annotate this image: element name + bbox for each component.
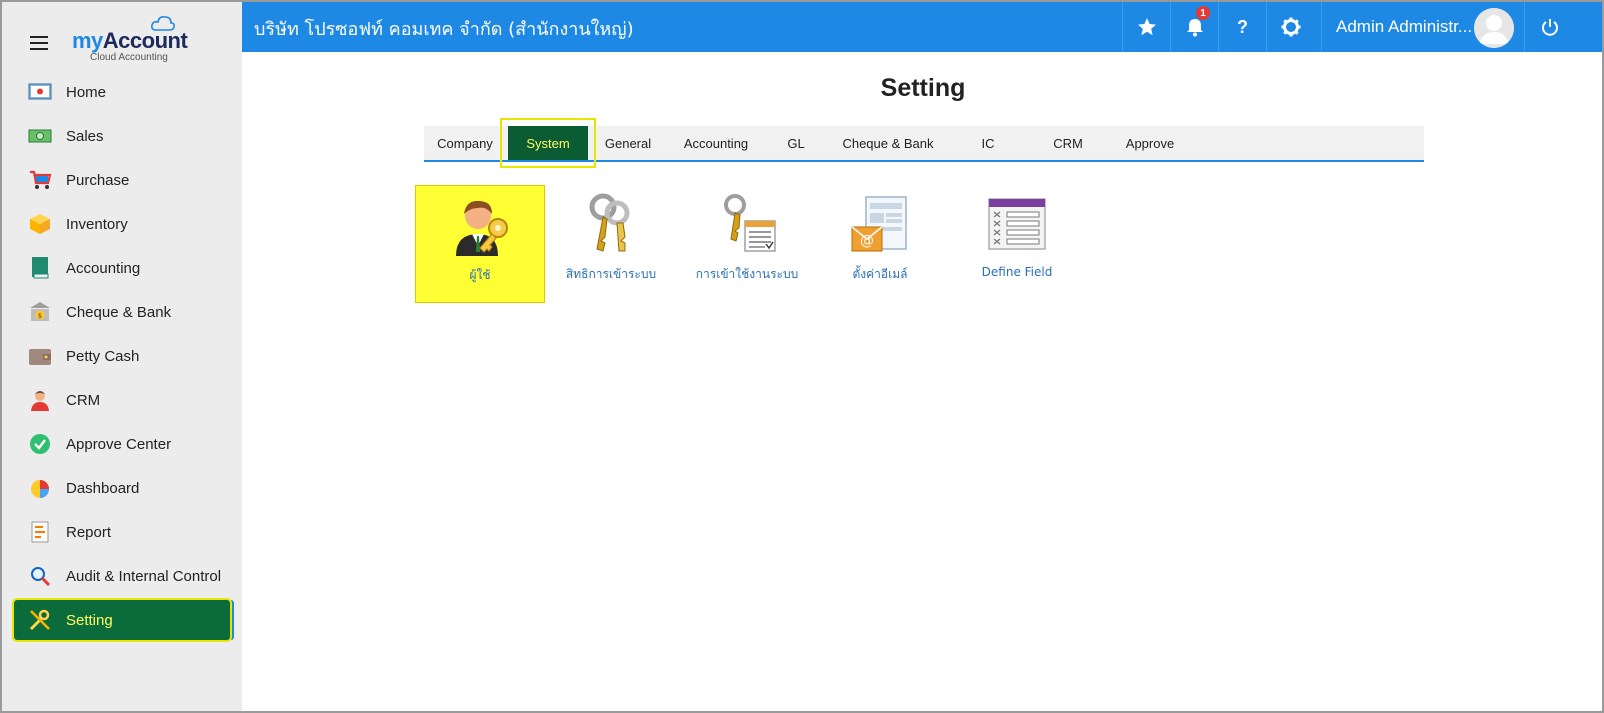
report-icon: [28, 520, 52, 544]
tab-company[interactable]: Company: [428, 126, 502, 160]
power-icon: [1541, 19, 1558, 36]
sidebar-nav: Home Sales Purchase Inventory Accounting…: [2, 70, 242, 642]
sidebar-item-label: Cheque & Bank: [66, 303, 172, 321]
company-name[interactable]: บริษัท โปรซอฟท์ คอมเทค จำกัด (สำนักงานให…: [254, 14, 634, 43]
tile-label: สิทธิการเข้าระบบ: [565, 267, 657, 281]
check-icon: [28, 432, 52, 456]
sidebar-item-crm[interactable]: CRM: [2, 378, 242, 422]
sidebar-item-cheque-bank[interactable]: $ Cheque & Bank: [2, 290, 242, 334]
sidebar-item-accounting[interactable]: Accounting: [2, 246, 242, 290]
user-menu[interactable]: Admin Administr...: [1321, 2, 1472, 52]
page-title: Setting: [880, 74, 966, 102]
sidebar-item-audit[interactable]: Audit & Internal Control: [2, 554, 242, 598]
sidebar-item-dashboard[interactable]: Dashboard: [2, 466, 242, 510]
logo-subtitle: Cloud Accounting: [90, 52, 168, 63]
tile-label: การเข้าใช้งานระบบ: [695, 267, 799, 281]
person-icon: [28, 388, 52, 412]
star-icon: [1137, 18, 1156, 36]
tab-accounting[interactable]: Accounting: [668, 126, 764, 160]
sidebar-item-home[interactable]: Home: [2, 70, 242, 114]
tile-label: ผู้ใช้: [469, 268, 491, 282]
define-field-icon: [988, 198, 1046, 250]
sidebar-item-label: Home: [66, 83, 107, 101]
sidebar-item-label: Dashboard: [66, 479, 140, 497]
home-icon: [28, 80, 52, 104]
sidebar-item-approve-center[interactable]: Approve Center: [2, 422, 242, 466]
keys-icon: [589, 193, 630, 252]
top-bar: บริษัท โปรซอฟท์ คอมเทค จำกัด (สำนักงานให…: [242, 2, 1602, 52]
tile-label: ตั้งค่าอีเมล์: [852, 267, 908, 281]
settings-button[interactable]: [1266, 2, 1314, 52]
magnifier-icon: [28, 564, 52, 588]
tab-approve[interactable]: Approve: [1110, 126, 1190, 160]
sidebar: myAccount Cloud Accounting Home Sales Pu…: [2, 2, 242, 711]
app-window: myAccount Cloud Accounting Home Sales Pu…: [0, 0, 1604, 713]
help-button[interactable]: ?: [1218, 2, 1266, 52]
tile-email-settings[interactable]: @ ตั้งค่าอีเมล์: [815, 185, 945, 303]
book-icon: [28, 256, 52, 280]
gear-icon: [1281, 17, 1300, 37]
sidebar-item-purchase[interactable]: Purchase: [2, 158, 242, 202]
pie-chart-icon: [28, 476, 52, 500]
tile-define-field[interactable]: Define Field: [952, 185, 1082, 303]
sidebar-item-label: Setting: [66, 611, 113, 629]
sidebar-item-label: Accounting: [66, 259, 141, 277]
menu-toggle-icon[interactable]: [30, 36, 48, 50]
cart-icon: [28, 168, 52, 192]
settings-tabs: Company System General Accounting GL Che…: [424, 118, 1424, 168]
sidebar-item-label: Petty Cash: [66, 347, 140, 365]
tools-icon: [28, 608, 52, 632]
user-name: Admin Administr...: [1336, 17, 1473, 36]
money-icon: [28, 124, 52, 148]
help-icon: ?: [1237, 16, 1248, 37]
sidebar-item-label: Sales: [66, 127, 104, 145]
logo[interactable]: myAccount Cloud Accounting: [72, 14, 192, 64]
sidebar-item-setting[interactable]: Setting: [2, 598, 242, 642]
tab-system[interactable]: System: [500, 118, 596, 168]
bank-icon: $: [28, 300, 52, 324]
tab-general[interactable]: General: [590, 126, 666, 160]
tile-access-rights[interactable]: สิทธิการเข้าระบบ: [546, 185, 676, 303]
sidebar-item-label: Inventory: [66, 215, 128, 233]
favorites-button[interactable]: [1122, 2, 1170, 52]
logout-button[interactable]: [1524, 2, 1574, 52]
notification-badge: 1: [1196, 6, 1210, 20]
svg-text:@: @: [860, 233, 874, 249]
email-settings-icon: @: [851, 196, 907, 252]
sidebar-item-label: CRM: [66, 391, 101, 409]
tab-crm[interactable]: CRM: [1028, 126, 1108, 160]
sidebar-item-sales[interactable]: Sales: [2, 114, 242, 158]
logo-account: Account: [102, 28, 188, 53]
svg-text:$: $: [38, 312, 42, 320]
sidebar-item-petty-cash[interactable]: Petty Cash: [2, 334, 242, 378]
sidebar-item-label: Approve Center: [66, 435, 172, 453]
tile-system-access[interactable]: การเข้าใช้งานระบบ: [682, 185, 812, 303]
tab-ic[interactable]: IC: [950, 126, 1026, 160]
notifications-button[interactable]: 1: [1170, 2, 1218, 52]
sidebar-item-label: Purchase: [66, 171, 130, 189]
tab-gl[interactable]: GL: [766, 126, 826, 160]
brand: myAccount Cloud Accounting: [2, 2, 242, 68]
tile-label: Define Field: [981, 265, 1053, 279]
user-avatar-icon: [1474, 8, 1514, 48]
logo-my: my: [72, 28, 103, 53]
wallet-icon: [28, 344, 52, 368]
avatar[interactable]: [1474, 8, 1514, 48]
keys-list-icon: [724, 194, 776, 252]
sidebar-item-inventory[interactable]: Inventory: [2, 202, 242, 246]
box-icon: [28, 212, 52, 236]
tab-cheque-bank[interactable]: Cheque & Bank: [828, 126, 948, 160]
sidebar-item-label: Report: [66, 523, 112, 541]
user-key-icon: [456, 200, 508, 256]
sidebar-item-report[interactable]: Report: [2, 510, 242, 554]
bell-icon: [1186, 19, 1203, 37]
tile-users[interactable]: ผู้ใช้: [415, 185, 545, 303]
sidebar-item-label: Audit & Internal Control: [66, 567, 222, 585]
